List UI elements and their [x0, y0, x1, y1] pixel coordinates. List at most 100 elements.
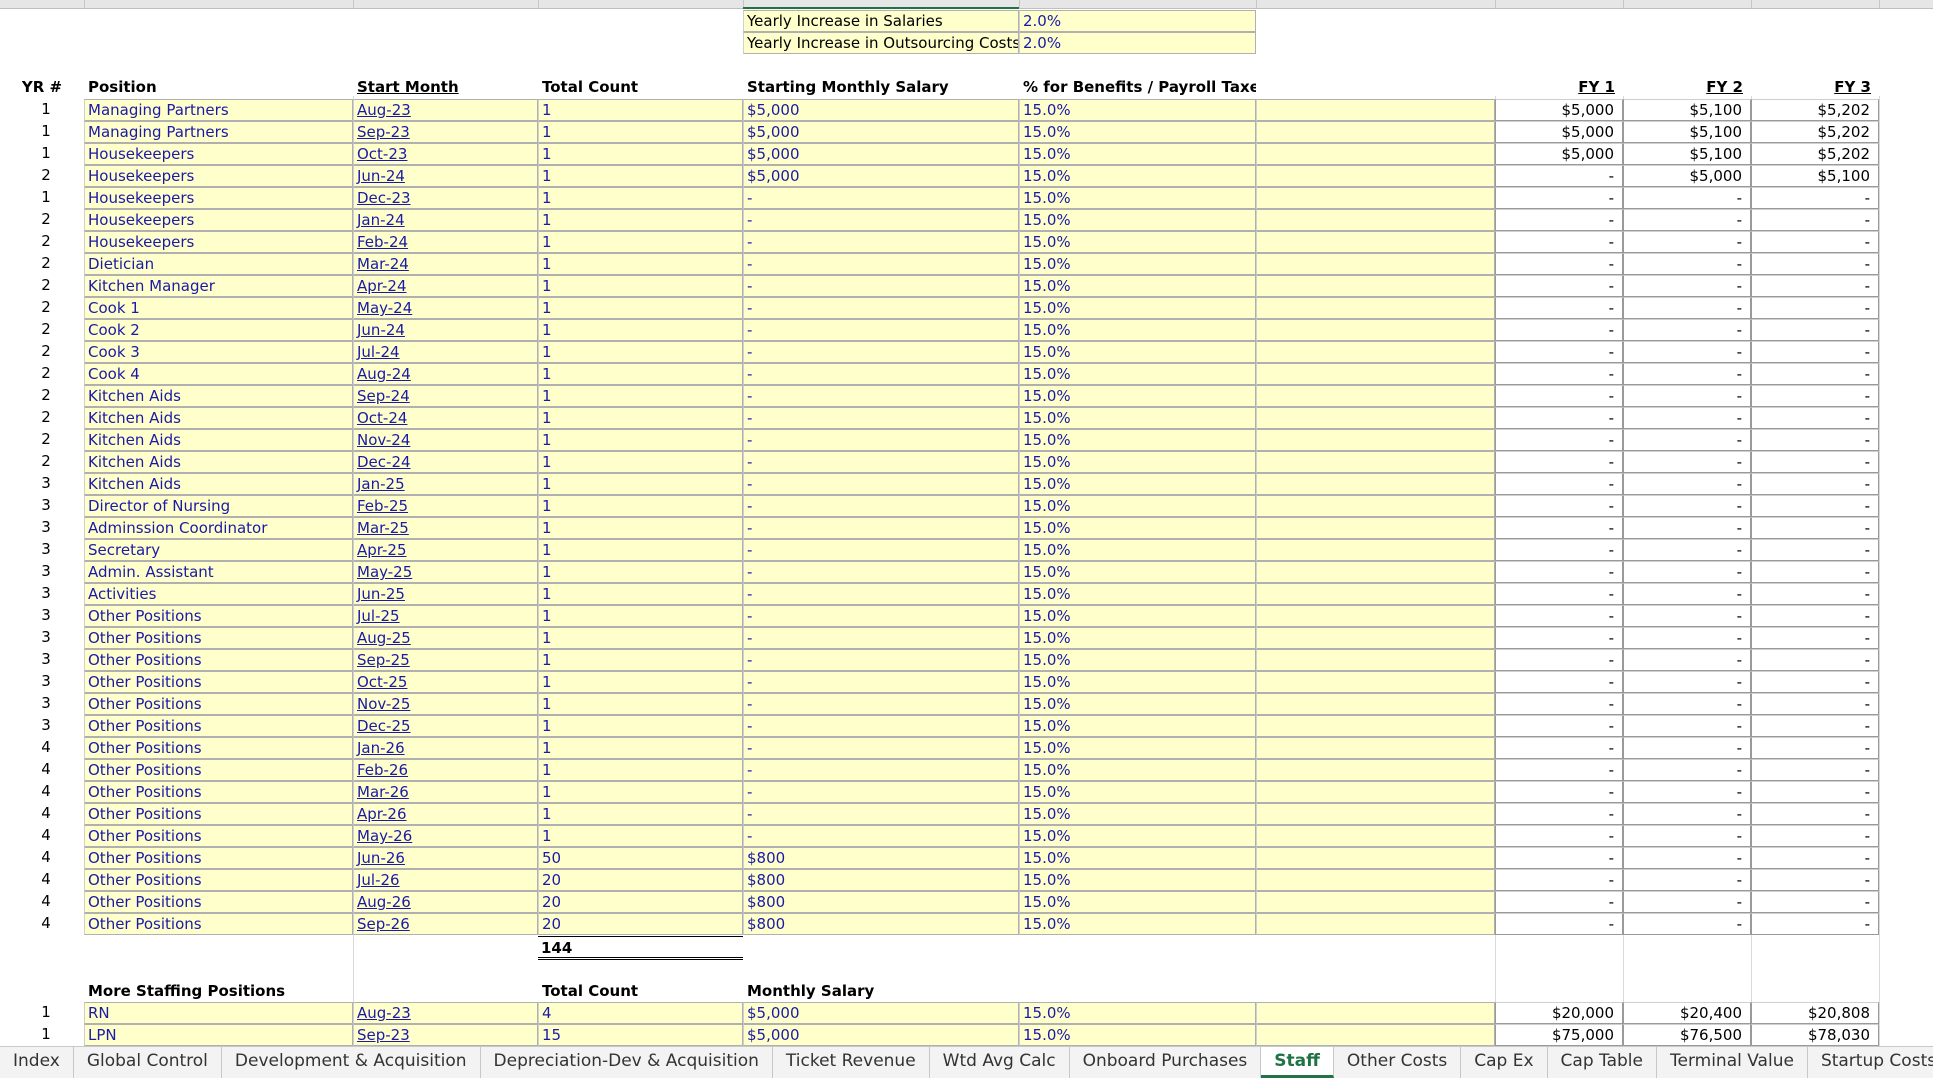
- fy1-cell[interactable]: -: [1495, 407, 1623, 429]
- start-month-cell[interactable]: Jul-24: [353, 341, 538, 363]
- blank-input-cell[interactable]: [1256, 583, 1495, 605]
- start-month-cell[interactable]: Jan-25: [353, 473, 538, 495]
- start-month-cell[interactable]: Oct-24: [353, 407, 538, 429]
- benefits-pct-cell[interactable]: 15.0%: [1019, 143, 1256, 165]
- total-count-cell[interactable]: 1: [538, 825, 743, 847]
- benefits-pct-cell[interactable]: 15.0%: [1019, 693, 1256, 715]
- total-count-cell[interactable]: 1: [538, 781, 743, 803]
- sheet-tab-ticket-revenue[interactable]: Ticket Revenue: [773, 1047, 930, 1078]
- position-cell[interactable]: Other Positions: [84, 715, 353, 737]
- blank-input-cell[interactable]: [1256, 341, 1495, 363]
- benefits-pct-cell[interactable]: 15.0%: [1019, 275, 1256, 297]
- blank-input-cell[interactable]: [1256, 605, 1495, 627]
- start-month-cell[interactable]: Sep-23: [353, 1024, 538, 1046]
- benefits-pct-cell[interactable]: 15.0%: [1019, 495, 1256, 517]
- position-cell[interactable]: Managing Partners: [84, 99, 353, 121]
- salary-cell[interactable]: -: [743, 803, 1019, 825]
- fy2-cell[interactable]: $5,100: [1623, 121, 1751, 143]
- salary-cell[interactable]: -: [743, 187, 1019, 209]
- fy3-cell[interactable]: -: [1751, 407, 1879, 429]
- total-count-cell[interactable]: 1: [538, 231, 743, 253]
- benefits-pct-cell[interactable]: 15.0%: [1019, 187, 1256, 209]
- benefits-pct-cell[interactable]: 15.0%: [1019, 297, 1256, 319]
- total-count-cell[interactable]: 1: [538, 385, 743, 407]
- total-count-cell[interactable]: 1: [538, 297, 743, 319]
- start-month-cell[interactable]: Dec-25: [353, 715, 538, 737]
- benefits-pct-cell[interactable]: 15.0%: [1019, 847, 1256, 869]
- blank-input-cell[interactable]: [1256, 297, 1495, 319]
- start-month-cell[interactable]: May-24: [353, 297, 538, 319]
- salary-cell[interactable]: -: [743, 495, 1019, 517]
- total-count-cell[interactable]: 50: [538, 847, 743, 869]
- fy3-cell[interactable]: -: [1751, 209, 1879, 231]
- benefits-pct-cell[interactable]: 15.0%: [1019, 671, 1256, 693]
- blank-input-cell[interactable]: [1256, 869, 1495, 891]
- fy1-cell[interactable]: $75,000: [1495, 1024, 1623, 1046]
- fy1-cell[interactable]: -: [1495, 363, 1623, 385]
- salary-cell[interactable]: -: [743, 539, 1019, 561]
- total-count-cell[interactable]: 1: [538, 319, 743, 341]
- fy2-cell[interactable]: -: [1623, 407, 1751, 429]
- total-count-cell[interactable]: 20: [538, 913, 743, 935]
- benefits-pct-cell[interactable]: 15.0%: [1019, 99, 1256, 121]
- fy2-cell[interactable]: -: [1623, 869, 1751, 891]
- fy2-cell[interactable]: -: [1623, 385, 1751, 407]
- benefits-pct-cell[interactable]: 15.0%: [1019, 803, 1256, 825]
- fy1-cell[interactable]: -: [1495, 319, 1623, 341]
- fy3-cell[interactable]: -: [1751, 275, 1879, 297]
- total-count-cell[interactable]: 1: [538, 121, 743, 143]
- start-month-cell[interactable]: Jun-24: [353, 319, 538, 341]
- benefits-pct-cell[interactable]: 15.0%: [1019, 583, 1256, 605]
- total-count-cell[interactable]: 1: [538, 99, 743, 121]
- fy2-cell[interactable]: -: [1623, 561, 1751, 583]
- benefits-pct-cell[interactable]: 15.0%: [1019, 913, 1256, 935]
- benefits-pct-cell[interactable]: 15.0%: [1019, 869, 1256, 891]
- total-count-cell[interactable]: 1: [538, 187, 743, 209]
- position-cell[interactable]: Cook 4: [84, 363, 353, 385]
- fy2-cell[interactable]: -: [1623, 341, 1751, 363]
- start-month-cell[interactable]: Dec-23: [353, 187, 538, 209]
- assumption-label[interactable]: Yearly Increase in Salaries: [743, 10, 1019, 32]
- start-month-cell[interactable]: Sep-23: [353, 121, 538, 143]
- salary-cell[interactable]: -: [743, 451, 1019, 473]
- fy3-cell[interactable]: $5,202: [1751, 143, 1879, 165]
- benefits-pct-cell[interactable]: 15.0%: [1019, 781, 1256, 803]
- sheet-tab-index[interactable]: Index: [0, 1047, 74, 1078]
- benefits-pct-cell[interactable]: 15.0%: [1019, 1024, 1256, 1046]
- fy1-cell[interactable]: $5,000: [1495, 143, 1623, 165]
- start-month-cell[interactable]: Jun-25: [353, 583, 538, 605]
- fy1-cell[interactable]: -: [1495, 231, 1623, 253]
- position-cell[interactable]: Kitchen Aids: [84, 407, 353, 429]
- blank-input-cell[interactable]: [1256, 121, 1495, 143]
- fy1-cell[interactable]: -: [1495, 209, 1623, 231]
- fy3-cell[interactable]: -: [1751, 847, 1879, 869]
- position-cell[interactable]: Kitchen Aids: [84, 385, 353, 407]
- start-month-cell[interactable]: Aug-23: [353, 99, 538, 121]
- blank-input-cell[interactable]: [1256, 429, 1495, 451]
- salary-cell[interactable]: -: [743, 781, 1019, 803]
- sheet-tab-depreciation-dev-acquisition[interactable]: Depreciation-Dev & Acquisition: [481, 1047, 773, 1078]
- fy3-cell[interactable]: -: [1751, 671, 1879, 693]
- position-cell[interactable]: Activities: [84, 583, 353, 605]
- fy1-cell[interactable]: -: [1495, 341, 1623, 363]
- blank-input-cell[interactable]: [1256, 495, 1495, 517]
- start-month-cell[interactable]: Jan-24: [353, 209, 538, 231]
- column-headers[interactable]: [0, 0, 1933, 9]
- fy1-cell[interactable]: $5,000: [1495, 121, 1623, 143]
- fy1-cell[interactable]: -: [1495, 825, 1623, 847]
- fy3-cell[interactable]: -: [1751, 693, 1879, 715]
- start-month-cell[interactable]: Aug-23: [353, 1002, 538, 1024]
- fy2-cell[interactable]: -: [1623, 649, 1751, 671]
- start-month-cell[interactable]: Aug-26: [353, 891, 538, 913]
- position-cell[interactable]: Other Positions: [84, 627, 353, 649]
- fy1-cell[interactable]: -: [1495, 517, 1623, 539]
- fy1-cell[interactable]: -: [1495, 759, 1623, 781]
- fy3-cell[interactable]: -: [1751, 517, 1879, 539]
- fy2-cell[interactable]: $20,400: [1623, 1002, 1751, 1024]
- fy3-cell[interactable]: -: [1751, 253, 1879, 275]
- fy3-cell[interactable]: $78,030: [1751, 1024, 1879, 1046]
- total-count-cell[interactable]: 1: [538, 737, 743, 759]
- total-count-cell[interactable]: 1: [538, 363, 743, 385]
- benefits-pct-cell[interactable]: 15.0%: [1019, 407, 1256, 429]
- assumption-label[interactable]: Yearly Increase in Outsourcing Costs: [743, 32, 1019, 54]
